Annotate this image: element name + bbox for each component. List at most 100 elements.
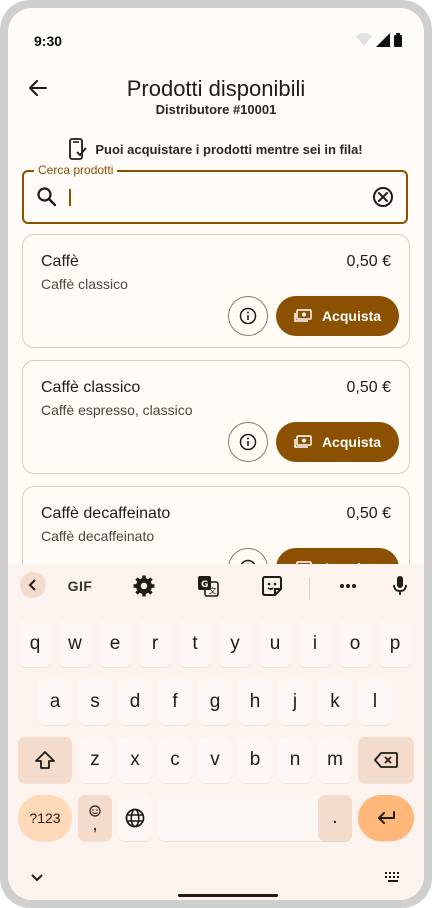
hide-keyboard-button[interactable]	[30, 870, 44, 888]
home-indicator[interactable]	[178, 894, 278, 897]
product-name: Caffè	[41, 253, 79, 270]
product-info-button[interactable]	[228, 296, 268, 336]
key-b[interactable]: b	[238, 737, 272, 783]
key-g[interactable]: g	[198, 679, 232, 725]
svg-text:文: 文	[209, 586, 217, 596]
key-u[interactable]: u	[258, 621, 292, 667]
key-n[interactable]: n	[278, 737, 312, 783]
queue-info: Puoi acquistare i prodotti mentre sei in…	[8, 138, 424, 160]
sticker-button[interactable]	[258, 572, 286, 600]
svg-text:G: G	[201, 580, 208, 590]
search-label: Cerca prodotti	[34, 163, 118, 177]
shift-icon	[35, 751, 55, 769]
screen: 9:30 Prodotti disponibili Distributore #…	[8, 8, 424, 900]
key-x[interactable]: x	[118, 737, 152, 783]
globe-icon	[125, 808, 145, 828]
cash-icon	[294, 309, 312, 322]
app-bar: Prodotti disponibili Distributore #10001	[8, 56, 424, 128]
soft-keyboard: GIF G 文 q w e r t y u i o p a s d f g h …	[8, 564, 424, 900]
info-icon	[239, 307, 257, 325]
signal-icon	[376, 33, 390, 47]
status-time: 9:30	[34, 33, 63, 49]
product-card: Caffè Caffè classico 0,50 € Acquista	[22, 234, 410, 348]
wifi-icon	[356, 33, 372, 46]
cash-icon	[294, 435, 312, 448]
key-v[interactable]: v	[198, 737, 232, 783]
key-a[interactable]: a	[38, 679, 72, 725]
product-price: 0,50 €	[346, 505, 391, 522]
more-horizontal-icon	[340, 584, 356, 588]
key-c[interactable]: c	[158, 737, 192, 783]
product-description: Caffè classico	[41, 276, 128, 292]
key-d[interactable]: d	[118, 679, 152, 725]
key-f[interactable]: f	[158, 679, 192, 725]
buy-button-label: Acquista	[321, 308, 382, 324]
key-q[interactable]: q	[18, 621, 52, 667]
settings-button[interactable]	[130, 572, 158, 600]
key-p[interactable]: p	[378, 621, 412, 667]
key-h[interactable]: h	[238, 679, 272, 725]
status-bar: 9:30	[8, 8, 424, 56]
product-description: Caffè espresso, classico	[41, 402, 193, 418]
search-input[interactable]	[68, 186, 368, 210]
translate-icon: G 文	[198, 576, 219, 597]
search-field[interactable]: Cerca prodotti	[22, 163, 408, 224]
language-key[interactable]	[118, 795, 152, 841]
product-card: Caffè classico Caffè espresso, classico …	[22, 360, 410, 474]
product-name: Caffè decaffeinato	[41, 505, 171, 522]
product-info-button[interactable]	[228, 422, 268, 462]
page-title: Prodotti disponibili	[126, 76, 306, 101]
chevron-left-icon	[28, 579, 36, 591]
phone-check-icon	[69, 138, 88, 160]
product-price: 0,50 €	[346, 253, 391, 270]
key-s[interactable]: s	[78, 679, 112, 725]
key-o[interactable]: o	[338, 621, 372, 667]
key-t[interactable]: t	[178, 621, 212, 667]
text-caret	[69, 189, 71, 206]
key-row-2: a s d f g h j k l	[8, 679, 424, 725]
battery-icon	[394, 33, 402, 47]
buy-button[interactable]: Acquista	[276, 296, 399, 336]
keyboard-icon	[385, 872, 399, 882]
key-l[interactable]: l	[358, 679, 392, 725]
backspace-key[interactable]	[358, 737, 414, 783]
product-price: 0,50 €	[346, 379, 391, 396]
symbols-key[interactable]: ?123	[18, 795, 72, 841]
key-y[interactable]: y	[218, 621, 252, 667]
chevron-down-icon	[31, 874, 43, 882]
comma-label: ,	[92, 814, 98, 834]
product-list: Caffè Caffè classico 0,50 € Acquista Caf…	[22, 234, 410, 612]
keyboard-switch-button[interactable]	[384, 870, 402, 888]
key-z[interactable]: z	[78, 737, 112, 783]
key-m[interactable]: m	[318, 737, 352, 783]
backspace-icon	[374, 752, 398, 768]
gear-icon	[133, 575, 155, 597]
shift-key[interactable]	[18, 737, 72, 783]
buy-button[interactable]: Acquista	[276, 422, 399, 462]
key-j[interactable]: j	[278, 679, 312, 725]
microphone-icon	[393, 576, 407, 595]
key-i[interactable]: i	[298, 621, 332, 667]
buy-button-label: Acquista	[321, 434, 382, 450]
clear-icon[interactable]	[372, 186, 394, 208]
voice-input-button[interactable]	[388, 572, 412, 600]
key-row-1: q w e r t y u i o p	[8, 621, 424, 667]
info-icon	[239, 433, 257, 451]
key-r[interactable]: r	[138, 621, 172, 667]
keyboard-collapse-button[interactable]	[20, 572, 46, 598]
period-key[interactable]: .	[318, 795, 352, 841]
page-subtitle: Distributore #10001	[155, 102, 277, 117]
gif-button[interactable]: GIF	[64, 572, 96, 600]
key-w[interactable]: w	[58, 621, 92, 667]
queue-info-text: Puoi acquistare i prodotti mentre sei in…	[95, 141, 363, 157]
more-button[interactable]	[334, 572, 362, 600]
key-e[interactable]: e	[98, 621, 132, 667]
emoji-comma-key[interactable]: ,	[78, 795, 112, 841]
key-k[interactable]: k	[318, 679, 352, 725]
translate-button[interactable]: G 文	[194, 572, 222, 600]
status-icons	[356, 33, 402, 47]
sticker-icon	[262, 576, 282, 596]
key-row-3: z x c v b n m	[8, 737, 424, 783]
enter-key[interactable]	[358, 795, 414, 841]
key-row-4: ?123 , .	[8, 795, 424, 841]
